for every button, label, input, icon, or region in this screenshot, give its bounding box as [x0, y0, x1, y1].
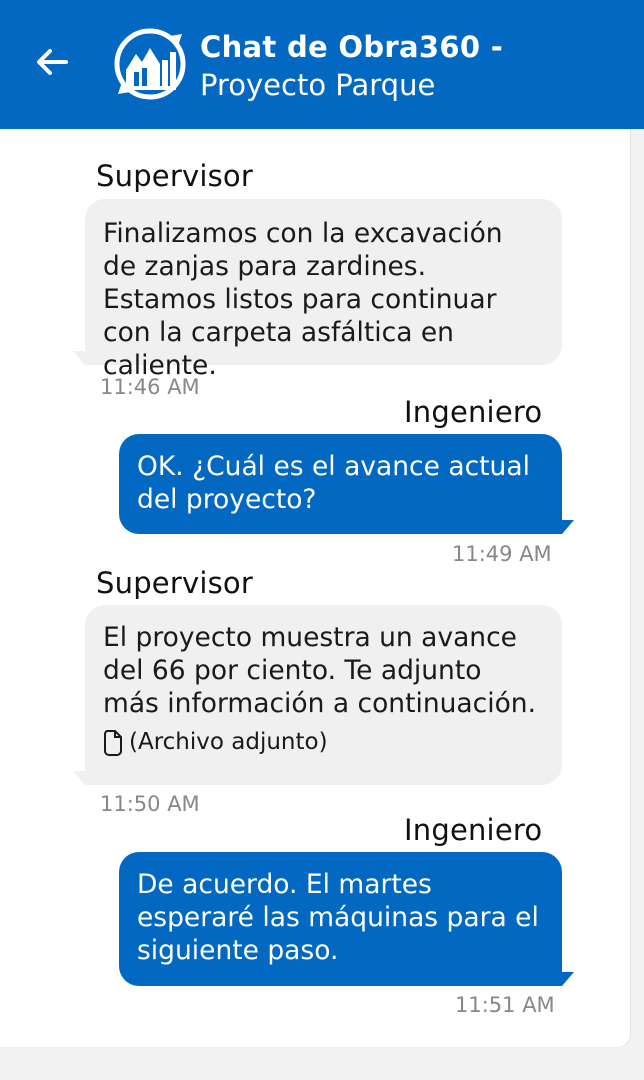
chat-title: Chat de Obra360 - Proyecto Parque: [200, 28, 503, 104]
bottom-bar: [0, 1047, 644, 1080]
attachment-link[interactable]: (Archivo adjunto): [103, 726, 544, 759]
sender-name: Ingeniero: [404, 395, 543, 429]
chat-title-line1: Chat de Obra360 -: [200, 30, 504, 64]
arrow-left-icon: [37, 49, 68, 75]
file-icon: [103, 729, 122, 756]
message-bubble-outgoing: OK. ¿Cuál es el avance actual del proyec…: [119, 434, 562, 534]
chat-title-line2: Proyecto Parque: [200, 68, 436, 102]
message-timestamp: 11:50 AM: [100, 792, 200, 816]
message-timestamp: 11:46 AM: [100, 375, 200, 399]
sender-name: Ingeniero: [404, 813, 543, 847]
attachment-label: (Archivo adjunto): [129, 729, 328, 755]
message-bubble-incoming: Finalizamos con la excavación de zanjas …: [85, 199, 562, 381]
sender-name: Supervisor: [96, 566, 253, 600]
bubble-tail: [562, 972, 574, 986]
bubble-tail: [73, 351, 85, 365]
message-bubble-outgoing: De acuerdo. El martes esperaré las máqui…: [119, 852, 562, 986]
obra360-logo-icon: [112, 24, 188, 104]
message-timestamp: 11:49 AM: [452, 542, 552, 566]
message-list[interactable]: Supervisor Finalizamos con la excavación…: [0, 129, 631, 1048]
bubble-tail: [73, 771, 85, 785]
message-bubble-incoming: El proyecto muestra un avance del 66 por…: [85, 605, 562, 785]
sender-name: Supervisor: [96, 159, 253, 193]
chat-header: Chat de Obra360 - Proyecto Parque: [0, 0, 644, 129]
message-text: El proyecto muestra un avance del 66 por…: [103, 622, 537, 719]
back-button[interactable]: [30, 40, 74, 84]
message-timestamp: 11:51 AM: [455, 993, 555, 1017]
bubble-tail: [562, 520, 574, 534]
